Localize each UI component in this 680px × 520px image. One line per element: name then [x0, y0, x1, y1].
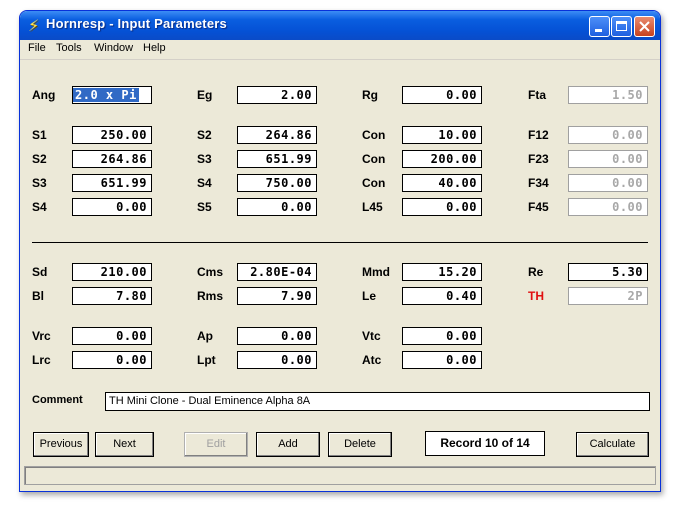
- label-eg: Eg: [197, 88, 213, 102]
- label-con-3: Con: [362, 176, 386, 190]
- label-f45: F45: [528, 200, 549, 214]
- main-window: ⚡ Hornresp - Input Parameters File Tools…: [19, 10, 661, 492]
- field-lpt[interactable]: 0.00: [237, 351, 317, 369]
- field-bl[interactable]: 7.80: [72, 287, 152, 305]
- field-rg[interactable]: 0.00: [402, 86, 482, 104]
- field-s4-left[interactable]: 0.00: [72, 198, 152, 216]
- field-f45[interactable]: 0.00: [568, 198, 648, 216]
- edit-button[interactable]: Edit: [184, 432, 248, 457]
- label-mmd: Mmd: [362, 265, 390, 279]
- field-s3-left[interactable]: 651.99: [72, 174, 152, 192]
- calculate-button[interactable]: Calculate: [576, 432, 649, 457]
- label-s2-left: S2: [32, 152, 47, 166]
- close-button[interactable]: [634, 16, 655, 37]
- comment-field[interactable]: TH Mini Clone - Dual Eminence Alpha 8A: [105, 392, 650, 411]
- field-fta[interactable]: 1.50: [568, 86, 648, 104]
- label-s3-left: S3: [32, 176, 47, 190]
- label-re: Re: [528, 265, 544, 279]
- label-lrc: Lrc: [32, 353, 51, 367]
- field-eg[interactable]: 2.00: [237, 86, 317, 104]
- parameters-panel: Ang 2.0 x Pi Eg 2.00 Rg 0.00 Fta 1.50 S1…: [24, 60, 656, 463]
- record-indicator: Record 10 of 14: [425, 431, 545, 456]
- menu-tools[interactable]: Tools: [56, 42, 82, 54]
- label-con-2: Con: [362, 152, 386, 166]
- label-ap: Ap: [197, 329, 213, 343]
- delete-button[interactable]: Delete: [328, 432, 392, 457]
- window-title: Hornresp - Input Parameters: [46, 16, 227, 31]
- label-atc: Atc: [362, 353, 382, 367]
- label-l45: L45: [362, 200, 383, 214]
- label-rms: Rms: [197, 289, 224, 303]
- field-con-3[interactable]: 40.00: [402, 174, 482, 192]
- label-th[interactable]: TH: [528, 289, 544, 303]
- field-atc[interactable]: 0.00: [402, 351, 482, 369]
- menu-help[interactable]: Help: [143, 42, 166, 54]
- field-s4-top[interactable]: 750.00: [237, 174, 317, 192]
- label-vrc: Vrc: [32, 329, 51, 343]
- label-f23: F23: [528, 152, 549, 166]
- field-rms[interactable]: 7.90: [237, 287, 317, 305]
- field-ang[interactable]: 2.0 x Pi: [72, 86, 152, 104]
- field-f12[interactable]: 0.00: [568, 126, 648, 144]
- previous-button[interactable]: Previous: [33, 432, 89, 457]
- field-con-2[interactable]: 200.00: [402, 150, 482, 168]
- label-le: Le: [362, 289, 377, 303]
- field-con-1[interactable]: 10.00: [402, 126, 482, 144]
- label-s2: S2: [197, 128, 212, 142]
- field-s5[interactable]: 0.00: [237, 198, 317, 216]
- menu-window[interactable]: Window: [94, 42, 133, 54]
- menu-bar: File Tools Window Help: [20, 40, 660, 60]
- label-f34: F34: [528, 176, 549, 190]
- field-s2-top[interactable]: 264.86: [237, 126, 317, 144]
- field-s3-top[interactable]: 651.99: [237, 150, 317, 168]
- label-ang: Ang: [32, 88, 56, 102]
- field-s1[interactable]: 250.00: [72, 126, 152, 144]
- field-f34[interactable]: 0.00: [568, 174, 648, 192]
- label-f12: F12: [528, 128, 549, 142]
- field-mmd[interactable]: 15.20: [402, 263, 482, 281]
- field-re[interactable]: 5.30: [568, 263, 648, 281]
- section-divider: [32, 242, 648, 243]
- field-ang-value: 2.0 x Pi: [73, 88, 139, 102]
- next-button[interactable]: Next: [95, 432, 154, 457]
- field-l45[interactable]: 0.00: [402, 198, 482, 216]
- label-s5: S5: [197, 200, 212, 214]
- label-lpt: Lpt: [197, 353, 216, 367]
- label-fta: Fta: [528, 88, 546, 102]
- label-con-1: Con: [362, 128, 386, 142]
- minimize-button[interactable]: [589, 16, 610, 37]
- close-icon: [639, 21, 650, 32]
- label-s3: S3: [197, 152, 212, 166]
- label-s4: S4: [197, 176, 212, 190]
- menu-file[interactable]: File: [28, 42, 46, 54]
- maximize-button[interactable]: [611, 16, 632, 37]
- label-cms: Cms: [197, 265, 224, 279]
- label-sd: Sd: [32, 265, 48, 279]
- field-ap[interactable]: 0.00: [237, 327, 317, 345]
- label-s4-left: S4: [32, 200, 47, 214]
- label-s1: S1: [32, 128, 47, 142]
- hornresp-app-icon[interactable]: ⚡: [28, 17, 42, 35]
- label-vtc: Vtc: [362, 329, 381, 343]
- field-vtc[interactable]: 0.00: [402, 327, 482, 345]
- field-le[interactable]: 0.40: [402, 287, 482, 305]
- field-s2-left[interactable]: 264.86: [72, 150, 152, 168]
- label-comment: Comment: [32, 394, 83, 406]
- field-sd[interactable]: 210.00: [72, 263, 152, 281]
- title-bar[interactable]: ⚡ Hornresp - Input Parameters: [20, 11, 660, 40]
- label-rg: Rg: [362, 88, 378, 102]
- field-vrc[interactable]: 0.00: [72, 327, 152, 345]
- add-button[interactable]: Add: [256, 432, 320, 457]
- field-th[interactable]: 2P: [568, 287, 648, 305]
- label-bl: Bl: [32, 289, 44, 303]
- status-bar: [24, 466, 656, 485]
- field-cms[interactable]: 2.80E-04: [237, 263, 317, 281]
- field-f23[interactable]: 0.00: [568, 150, 648, 168]
- field-lrc[interactable]: 0.00: [72, 351, 152, 369]
